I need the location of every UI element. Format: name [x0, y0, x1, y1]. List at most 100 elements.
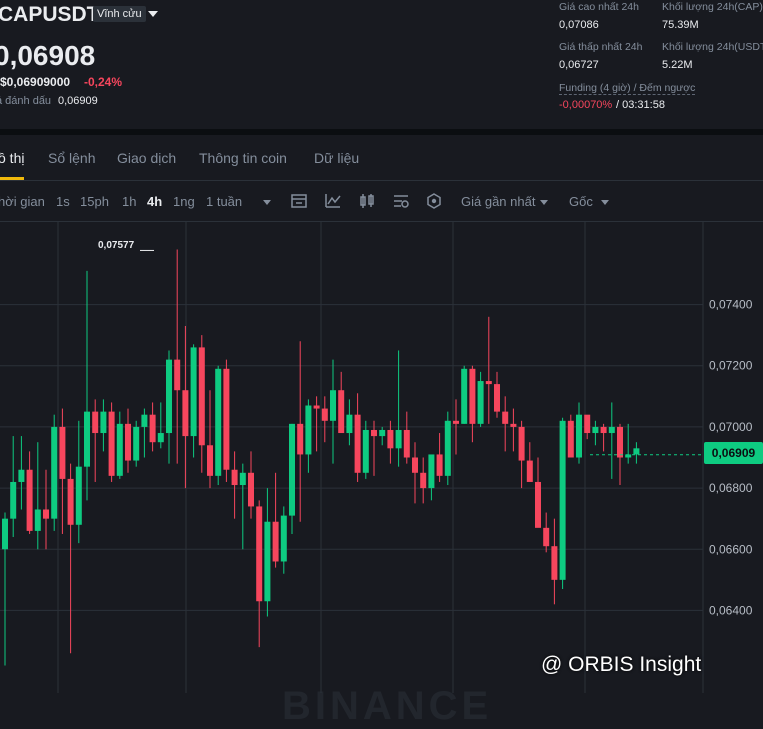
- candle-body: [223, 368, 230, 470]
- volume-cap-value: 75.39M: [662, 19, 699, 31]
- candle-body: [362, 429, 369, 473]
- candle-body: [526, 460, 533, 482]
- candle-body: [354, 414, 361, 473]
- chart-canvas[interactable]: 0,07400 0,07200 0,07000 0,06800 0,06600 0,064…: [0, 222, 763, 693]
- candle-body: [125, 423, 131, 461]
- candle-body: [412, 457, 418, 473]
- candle-body: [535, 481, 541, 528]
- volume-cap-label: Khối lượng 24h(CAP): [662, 1, 763, 13]
- candle-body: [313, 405, 320, 409]
- tab-coin-info[interactable]: Thông tin coin: [199, 150, 287, 166]
- candle-body: [477, 381, 484, 424]
- volume-usdt-label: Khối lượng 24h(USDT: [662, 41, 763, 53]
- interval-4h[interactable]: 4h: [147, 194, 162, 209]
- interval-1d[interactable]: 1ng: [173, 194, 195, 209]
- candle-body: [116, 423, 123, 476]
- interval-1h[interactable]: 1h: [122, 194, 136, 209]
- low-24h-label: Giá thấp nhất 24h: [559, 41, 643, 53]
- candle-body: [166, 359, 172, 434]
- candlestick-chart[interactable]: BINANCE 0,07400 0,07200 0,07000 0,06800 0,06…: [0, 222, 763, 728]
- candle-body: [43, 509, 49, 519]
- period-high-label: 0,07577: [98, 240, 135, 251]
- candle-body: [567, 420, 574, 458]
- candle-body: [502, 411, 509, 424]
- tab-data[interactable]: Dữ liệu: [314, 150, 359, 166]
- candle-body: [51, 426, 58, 519]
- funding-countdown: / 03:31:58: [616, 99, 665, 111]
- tab-trades[interactable]: Giao dịch: [117, 150, 176, 166]
- candle-body: [215, 368, 222, 476]
- candle-body: [485, 381, 492, 385]
- candle-body: [551, 546, 558, 580]
- candle-body: [559, 420, 566, 580]
- calendar-icon[interactable]: [290, 192, 308, 210]
- candle-body: [231, 469, 238, 486]
- tab-order-book[interactable]: Sổ lệnh: [48, 150, 95, 166]
- candle-body: [469, 368, 476, 424]
- candle-body: [305, 405, 312, 455]
- candle-body: [67, 478, 74, 525]
- symbol-title[interactable]: CAPUSDT: [0, 3, 100, 27]
- candle-body: [600, 426, 607, 434]
- candle-body: [387, 429, 394, 449]
- candle-body: [198, 347, 205, 446]
- layers-icon[interactable]: [425, 192, 443, 210]
- usd-price: $0,06909000: [0, 75, 71, 89]
- candle-body: [420, 472, 427, 489]
- y-axis-tick-label: 0,07400: [709, 298, 753, 312]
- low-24h-value: 0,06727: [559, 59, 599, 71]
- candle-body: [403, 429, 410, 458]
- y-axis-tick-label: 0,06600: [709, 542, 753, 556]
- y-axis-tick-label: 0,07000: [709, 420, 753, 434]
- chevron-down-icon: [540, 200, 549, 206]
- candle-body: [338, 390, 345, 434]
- candle-body: [256, 506, 263, 602]
- contract-type-badge: Vĩnh cửu: [93, 6, 146, 22]
- candle-body: [297, 423, 304, 455]
- funding-separator: /: [616, 99, 620, 111]
- candle-type-icon[interactable]: [358, 192, 376, 210]
- indicator-icon[interactable]: [324, 192, 342, 210]
- y-axis-tick-label: 0,06400: [709, 603, 753, 617]
- high-24h-value: 0,07086: [559, 19, 599, 31]
- interval-15m[interactable]: 15ph: [80, 194, 109, 209]
- countdown-value: 03:31:58: [622, 99, 665, 111]
- tab-chart[interactable]: ồ thị: [0, 150, 24, 166]
- chart-mode-dropdown[interactable]: Gốc: [569, 194, 609, 209]
- candle-body: [518, 426, 525, 461]
- candle-body: [584, 414, 591, 434]
- candle-body: [26, 469, 33, 531]
- price-type-label: Giá gần nhất: [461, 194, 536, 209]
- candle-body: [633, 448, 640, 455]
- interval-1s[interactable]: 1s: [56, 194, 70, 209]
- settings-icon[interactable]: [392, 192, 410, 210]
- price-type-dropdown[interactable]: Giá gần nhất: [461, 194, 549, 209]
- candle-body: [100, 411, 107, 434]
- candle-body: [379, 429, 386, 437]
- candle-body: [617, 426, 623, 458]
- funding-label[interactable]: Funding (4 giờ) / Đếm ngược: [559, 82, 696, 95]
- candle-body: [207, 445, 213, 476]
- candle-body: [59, 426, 66, 479]
- candle-body: [453, 420, 459, 424]
- more-intervals-dropdown[interactable]: [258, 194, 271, 209]
- mark-price-label: á đánh dấu: [0, 95, 52, 107]
- volume-usdt-value: 5.22M: [662, 59, 693, 71]
- candle-body: [371, 429, 377, 437]
- binance-watermark: BINANCE: [282, 684, 493, 728]
- candle-body: [592, 426, 599, 434]
- candle-body: [182, 390, 189, 437]
- chevron-down-icon: [263, 200, 271, 206]
- candle-body: [190, 347, 197, 437]
- candle-body: [239, 472, 246, 486]
- candle-body: [34, 509, 41, 531]
- candle-body: [395, 429, 402, 449]
- candle-body: [321, 408, 328, 421]
- price-change-pct: -0,24%: [84, 75, 123, 89]
- symbol-dropdown-icon[interactable]: [148, 11, 158, 17]
- candle-body: [436, 454, 443, 476]
- candle-body: [543, 527, 550, 547]
- candle-body: [108, 411, 115, 476]
- chart-mode-label: Gốc: [569, 194, 593, 209]
- interval-1w[interactable]: 1 tuần: [206, 194, 242, 209]
